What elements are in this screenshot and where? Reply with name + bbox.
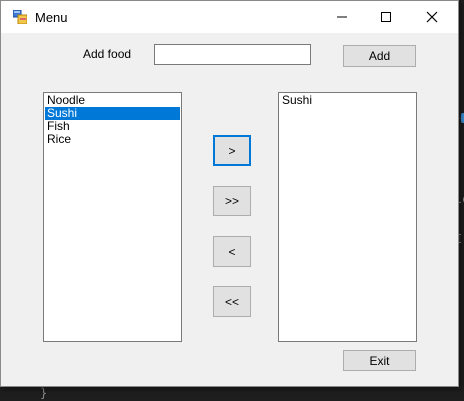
maximize-icon	[381, 12, 391, 22]
move-left-button[interactable]: <	[213, 236, 251, 267]
add-food-input[interactable]	[154, 44, 311, 65]
move-right-button[interactable]: >	[213, 135, 251, 166]
editor-brace: }	[40, 386, 48, 400]
list-item[interactable]: Rice	[45, 133, 180, 146]
maximize-button[interactable]	[363, 1, 409, 33]
title-bar[interactable]: Menu	[1, 1, 458, 33]
food-list-left[interactable]: Noodle Sushi Fish Rice	[43, 92, 182, 342]
exit-button[interactable]: Exit	[343, 350, 416, 371]
menu-window: Menu Add food Add Noodle Sushi Fish Rice…	[0, 0, 459, 387]
form-app-icon	[12, 9, 28, 25]
food-list-right[interactable]: Sushi	[278, 92, 417, 342]
add-food-label: Add food	[83, 47, 132, 61]
minimize-button[interactable]	[319, 1, 365, 33]
window-title: Menu	[35, 10, 68, 25]
close-button[interactable]	[409, 1, 455, 33]
close-icon	[426, 11, 438, 23]
move-all-right-button[interactable]: >>	[213, 186, 251, 216]
move-all-left-button[interactable]: <<	[213, 286, 251, 317]
add-button[interactable]: Add	[343, 45, 416, 67]
list-item[interactable]: Sushi	[280, 94, 415, 107]
minimize-icon	[337, 16, 347, 18]
